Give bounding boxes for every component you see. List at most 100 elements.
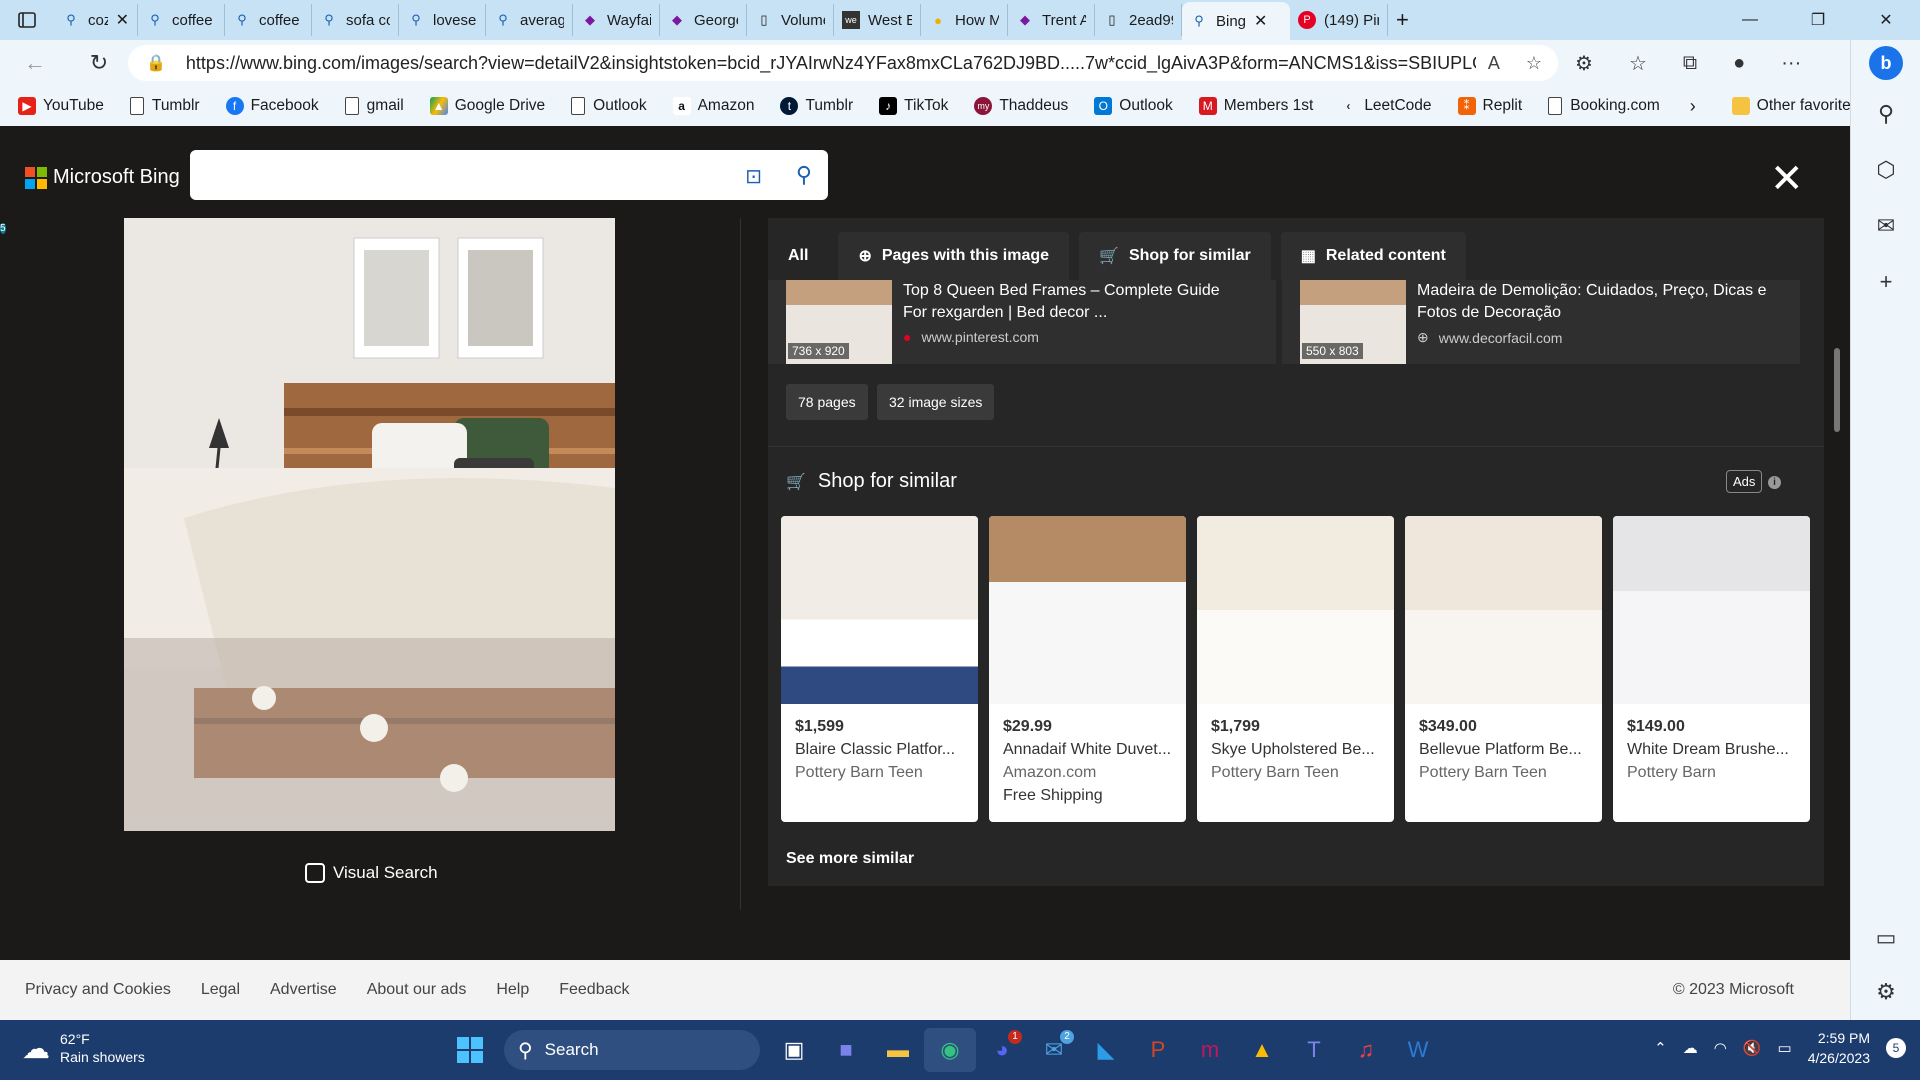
- word-icon[interactable]: W: [1392, 1028, 1444, 1072]
- read-aloud-icon[interactable]: A: [1488, 53, 1500, 74]
- tab-wayfair[interactable]: ◆Wayfair |: [573, 4, 660, 36]
- more-bookmarks-chevron-icon[interactable]: ›: [1690, 96, 1696, 117]
- tab-pages-with-image[interactable]: ⊕ Pages with this image: [838, 232, 1070, 280]
- bookmark-booking[interactable]: Booking.com: [1548, 97, 1660, 115]
- tab-actions-icon[interactable]: [0, 0, 54, 40]
- page-result-card[interactable]: 736 x 920 Top 8 Queen Bed Frames – Compl…: [768, 280, 1276, 364]
- tab-bing[interactable]: ⚲ Bing ✕: [1182, 2, 1290, 40]
- weather-widget[interactable]: ☁ 62°F Rain showers: [22, 1030, 145, 1066]
- bookmark-leetcode[interactable]: ‹ LeetCode: [1339, 97, 1431, 115]
- bookmark-amazon[interactable]: a Amazon: [672, 97, 754, 115]
- collections-icon[interactable]: ⧉: [1683, 52, 1697, 75]
- new-tab-button[interactable]: +: [1388, 4, 1438, 36]
- bookmark-google-drive[interactable]: ▲ Google Drive: [429, 97, 545, 115]
- info-icon[interactable]: i: [1768, 476, 1781, 489]
- tab-cozy[interactable]: ⚲cozy✕: [54, 4, 138, 36]
- outlook-icon[interactable]: ✉: [1851, 198, 1920, 254]
- teams-icon[interactable]: T: [1288, 1028, 1340, 1072]
- back-button[interactable]: ←: [10, 40, 60, 86]
- itunes-icon[interactable]: ♫: [1340, 1028, 1392, 1072]
- file-explorer-icon[interactable]: ▬: [872, 1028, 924, 1072]
- tab-sofa-cozy[interactable]: ⚲sofa cozy: [312, 4, 399, 36]
- chevron-up-icon[interactable]: ⌃: [1654, 1039, 1667, 1057]
- bookmark-members-1st[interactable]: M Members 1st: [1198, 97, 1313, 115]
- tab-george[interactable]: ◆George C: [660, 4, 747, 36]
- bookmark-gmail[interactable]: gmail: [344, 97, 404, 115]
- discord-icon[interactable]: ◕ 1: [976, 1028, 1028, 1072]
- edge-icon[interactable]: ◉: [924, 1028, 976, 1072]
- task-view-icon[interactable]: ▣: [768, 1028, 820, 1072]
- clock[interactable]: 2:59 PM 4/26/2023: [1808, 1028, 1870, 1068]
- other-favorites-folder[interactable]: Other favorites: [1731, 97, 1858, 115]
- pages-count-button[interactable]: 78 pages: [786, 384, 868, 420]
- notification-badge[interactable]: 5: [1886, 1038, 1906, 1058]
- bing-chat-icon[interactable]: b: [1851, 40, 1920, 86]
- vscode-icon[interactable]: ◣: [1080, 1028, 1132, 1072]
- add-icon[interactable]: +: [1851, 254, 1920, 310]
- bookmark-tiktok[interactable]: ♪ TikTok: [879, 97, 948, 115]
- tab-2ead99a[interactable]: ▯2ead99a: [1095, 4, 1182, 36]
- tab-trent[interactable]: ◆Trent Au: [1008, 4, 1095, 36]
- close-window-button[interactable]: ✕: [1852, 0, 1920, 40]
- image-sizes-button[interactable]: 32 image sizes: [877, 384, 995, 420]
- bookmark-thaddeus[interactable]: my Thaddeus: [974, 97, 1068, 115]
- footer-link-feedback[interactable]: Feedback: [559, 981, 629, 999]
- tab-volume[interactable]: ▯Volume F: [747, 4, 834, 36]
- google-drive-icon[interactable]: ▲: [1236, 1028, 1288, 1072]
- bedroom-photo[interactable]: [124, 218, 615, 831]
- tab-average[interactable]: ⚲average: [486, 4, 573, 36]
- product-card[interactable]: $1,799 Skye Upholstered Be... Pottery Ba…: [1197, 516, 1394, 822]
- search-icon[interactable]: ⚲: [796, 162, 812, 188]
- product-card[interactable]: $149.00 White Dream Brushe... Pottery Ba…: [1613, 516, 1810, 822]
- settings-icon[interactable]: ⚙: [1851, 964, 1920, 1020]
- taskbar-search[interactable]: ⚲ Search: [504, 1030, 760, 1070]
- footer-link-about-ads[interactable]: About our ads: [367, 981, 467, 999]
- tab-coffee-table-2[interactable]: ⚲coffee ta: [225, 4, 312, 36]
- profile-icon[interactable]: ●: [1733, 52, 1745, 75]
- more-menu-icon[interactable]: ···: [1781, 52, 1801, 75]
- scrollbar[interactable]: [1834, 348, 1840, 432]
- bookmark-replit[interactable]: ⁑ Replit: [1457, 97, 1522, 115]
- page-result-card[interactable]: 550 x 803 Madeira de Demolição: Cuidados…: [1282, 280, 1800, 364]
- tab-coffee-table-1[interactable]: ⚲coffee ta: [138, 4, 225, 36]
- search-icon[interactable]: ⚲: [1851, 86, 1920, 142]
- bookmark-youtube[interactable]: ▶ YouTube: [18, 97, 104, 115]
- close-icon[interactable]: ✕: [1770, 156, 1804, 202]
- tab-all[interactable]: All: [768, 232, 829, 280]
- favorites-icon[interactable]: ☆: [1629, 51, 1647, 76]
- bookmark-tumblr-2[interactable]: t Tumblr: [780, 97, 853, 115]
- minimize-button[interactable]: —: [1716, 0, 1784, 40]
- bookmark-facebook[interactable]: f Facebook: [225, 97, 319, 115]
- tab-related-content[interactable]: ▦ Related content: [1280, 232, 1466, 280]
- restore-button[interactable]: ❐: [1784, 0, 1852, 40]
- tab-how-much[interactable]: ●How Mu: [921, 4, 1008, 36]
- search-input[interactable]: [190, 150, 730, 200]
- tab-shop-for-similar[interactable]: 🛒 Shop for similar: [1079, 232, 1271, 280]
- wifi-icon[interactable]: ◠: [1714, 1039, 1727, 1057]
- product-card[interactable]: $29.99 Annadaif White Duvet... Amazon.co…: [989, 516, 1186, 822]
- bookmark-outlook-1[interactable]: Outlook: [571, 97, 647, 115]
- footer-link-legal[interactable]: Legal: [201, 981, 240, 999]
- myapp-icon[interactable]: m: [1184, 1028, 1236, 1072]
- url-field[interactable]: 🔒 https://www.bing.com/images/search?vie…: [128, 45, 1558, 81]
- powerpoint-icon[interactable]: P: [1132, 1028, 1184, 1072]
- tab-pinterest[interactable]: P (149) Pin: [1290, 4, 1388, 36]
- bookmark-tumblr-1[interactable]: Tumblr: [129, 97, 200, 115]
- extensions-icon[interactable]: ⚙: [1575, 51, 1593, 76]
- footer-link-privacy[interactable]: Privacy and Cookies: [25, 981, 171, 999]
- product-card[interactable]: $349.00 Bellevue Platform Be... Pottery …: [1405, 516, 1602, 822]
- product-card[interactable]: $1,599 Blaire Classic Platfor... Pottery…: [781, 516, 978, 822]
- microsoft-bing-logo[interactable]: Microsoft Bing: [25, 166, 180, 189]
- battery-icon[interactable]: ▭: [1778, 1039, 1792, 1057]
- sidebar-toggle-icon[interactable]: ▭: [1851, 910, 1920, 966]
- add-favorite-icon[interactable]: ☆: [1526, 53, 1542, 74]
- onedrive-icon[interactable]: ☁: [1683, 1039, 1698, 1057]
- mail-icon[interactable]: ✉ 2: [1028, 1028, 1080, 1072]
- start-button[interactable]: [444, 1028, 496, 1072]
- close-tab-icon[interactable]: ✕: [1254, 11, 1267, 31]
- visual-search-button[interactable]: Visual Search: [305, 863, 438, 883]
- visual-search-icon[interactable]: ⊡: [745, 164, 762, 189]
- footer-link-advertise[interactable]: Advertise: [270, 981, 337, 999]
- volume-muted-icon[interactable]: 🔇: [1743, 1039, 1762, 1057]
- refresh-button[interactable]: ↻: [74, 40, 124, 86]
